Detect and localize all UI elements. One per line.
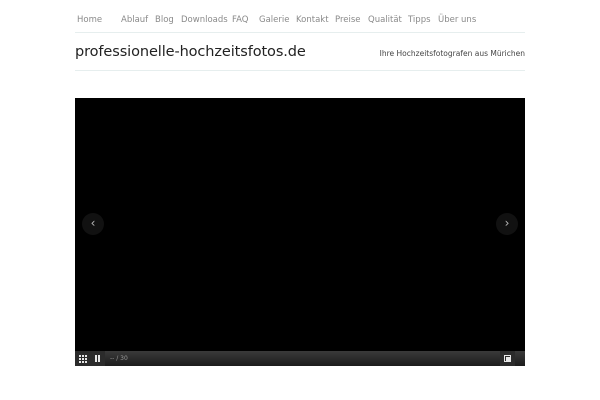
nav-item-faq[interactable]: FAQ (232, 14, 248, 26)
nav-item-qualitaet[interactable]: Qualität (368, 14, 402, 26)
previous-slide-button[interactable]: ‹ (82, 213, 104, 235)
nav-item-ablauf[interactable]: Ablauf (121, 14, 148, 26)
chevron-left-icon: ‹ (90, 216, 96, 230)
thumbnail-grid-button[interactable] (75, 351, 90, 366)
nav-item-home[interactable]: Home (77, 14, 102, 26)
slideshow-controls: -- / 30 (75, 351, 525, 366)
nav-item-ueber-uns[interactable]: Über uns (438, 14, 476, 26)
pause-button[interactable] (90, 351, 105, 366)
main-nav: Home Ablauf Blog Downloads FAQ Galerie K… (75, 9, 525, 31)
nav-item-blog[interactable]: Blog (155, 14, 174, 26)
nav-divider (75, 32, 525, 33)
slideshow: ‹ › -- / 30 (75, 98, 525, 366)
nav-item-downloads[interactable]: Downloads (181, 14, 228, 26)
slide-counter: -- / 30 (110, 355, 128, 362)
chevron-right-icon: › (504, 216, 510, 230)
site-tagline: Ihre Hochzeitsfotografen aus Mürichen (379, 49, 525, 58)
next-slide-button[interactable]: › (496, 213, 518, 235)
fullscreen-button[interactable] (500, 351, 515, 366)
page: Home Ablauf Blog Downloads FAQ Galerie K… (0, 0, 600, 400)
nav-item-tipps[interactable]: Tipps (408, 14, 431, 26)
nav-item-kontakt[interactable]: Kontakt (296, 14, 329, 26)
nav-item-preise[interactable]: Preise (335, 14, 361, 26)
nav-item-galerie[interactable]: Galerie (259, 14, 289, 26)
header-divider (75, 70, 525, 71)
site-title[interactable]: professionelle-hochzeitsfotos.de (75, 43, 306, 61)
slideshow-stage[interactable]: ‹ › (75, 98, 525, 351)
